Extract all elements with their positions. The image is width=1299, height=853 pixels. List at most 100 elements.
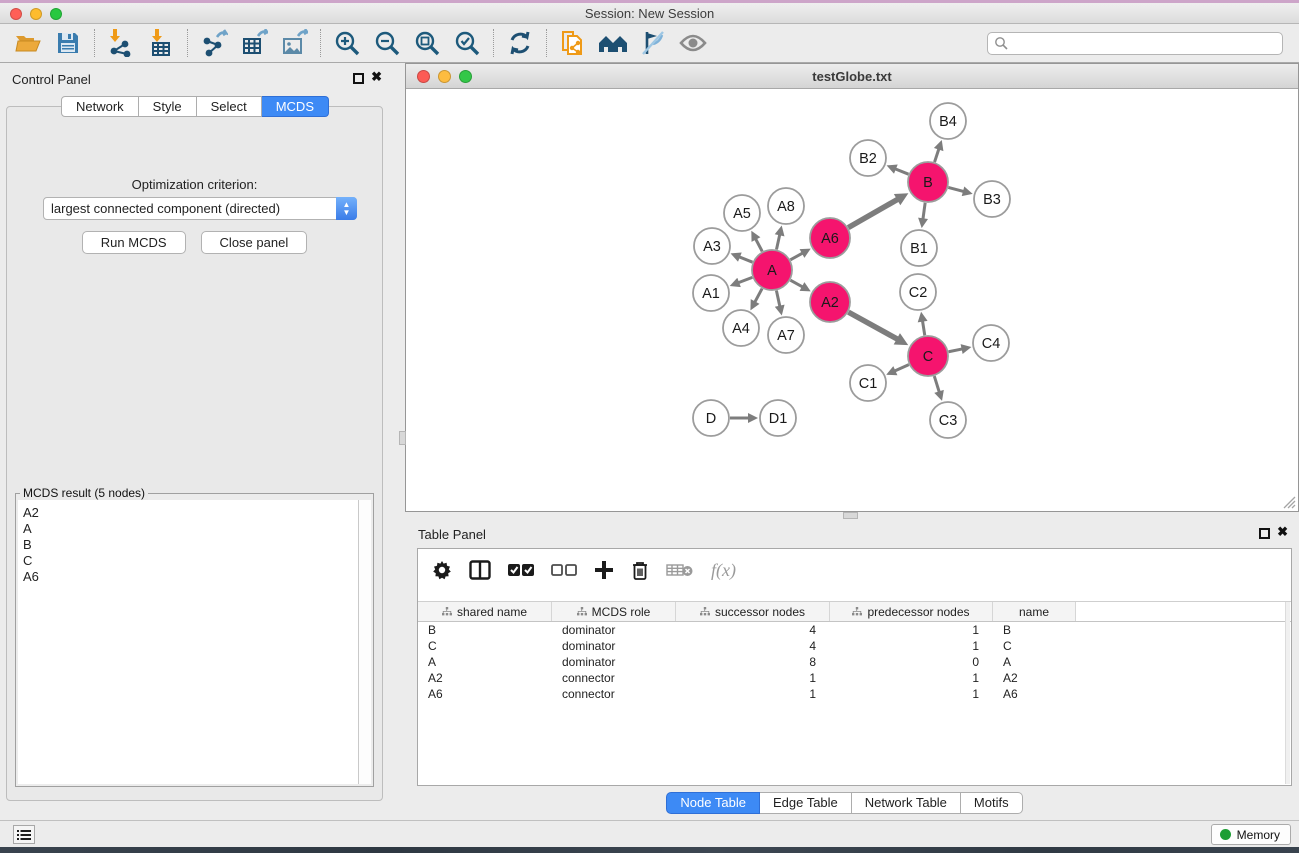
export-network-icon[interactable] bbox=[194, 27, 234, 59]
table-row[interactable]: Adominator80A bbox=[418, 655, 1291, 671]
zoom-out-icon[interactable] bbox=[367, 27, 407, 59]
float-panel-icon[interactable] bbox=[353, 73, 364, 84]
graph-edge-A-A2[interactable] bbox=[790, 280, 803, 287]
vertical-splitter-handle[interactable] bbox=[399, 431, 406, 445]
table-scrollbar[interactable] bbox=[1285, 602, 1290, 784]
tab-select[interactable]: Select bbox=[197, 96, 262, 117]
graph-edge-B-B3[interactable] bbox=[948, 187, 965, 191]
mcds-result-title: MCDS result (5 nodes) bbox=[20, 486, 148, 500]
import-network-icon[interactable] bbox=[101, 27, 141, 59]
network-graph[interactable]: B4B2BB3A8A5A6A3B1AA1C2A2A4A7C4CC1C3DD1 bbox=[406, 89, 1298, 511]
graph-edge-C-C1[interactable] bbox=[894, 365, 909, 372]
graph-edge-A6-B[interactable] bbox=[848, 198, 899, 227]
close-panel-icon[interactable]: ✖ bbox=[371, 69, 382, 85]
column-header-MCDS-role[interactable]: MCDS role bbox=[552, 602, 676, 621]
mcds-result-item[interactable]: B bbox=[23, 537, 358, 553]
tab-style[interactable]: Style bbox=[139, 96, 197, 117]
table-row[interactable]: Cdominator41C bbox=[418, 639, 1291, 655]
graph-node-label: A4 bbox=[732, 321, 750, 337]
graph-edge-A-A6[interactable] bbox=[790, 252, 803, 259]
export-image-icon[interactable] bbox=[274, 27, 314, 59]
mcds-result-list[interactable]: A2ABCA6 bbox=[18, 500, 359, 784]
zoom-selected-icon[interactable] bbox=[447, 27, 487, 59]
table-settings-icon[interactable] bbox=[432, 560, 452, 580]
graph-edge-C-C3[interactable] bbox=[934, 376, 939, 393]
graph-edge-C-C2[interactable] bbox=[922, 320, 924, 336]
hide-selected-icon[interactable] bbox=[633, 27, 673, 59]
graph-edge-A-A5[interactable] bbox=[755, 238, 762, 252]
graph-edge-A-A1[interactable] bbox=[737, 277, 752, 283]
graph-edge-B-B4[interactable] bbox=[935, 148, 940, 162]
search-icon bbox=[994, 36, 1008, 50]
mcds-result-item[interactable]: C bbox=[23, 553, 358, 569]
column-header-predecessor-nodes[interactable]: predecessor nodes bbox=[830, 602, 993, 621]
mcds-result-item[interactable]: A2 bbox=[23, 505, 358, 521]
optimization-criterion-label: Optimization criterion: bbox=[7, 177, 382, 192]
zoom-window-button[interactable] bbox=[50, 8, 62, 20]
tab-node-table[interactable]: Node Table bbox=[666, 792, 760, 814]
tab-edge-table[interactable]: Edge Table bbox=[760, 792, 852, 814]
export-table-icon[interactable] bbox=[234, 27, 274, 59]
zoom-in-icon[interactable] bbox=[327, 27, 367, 59]
open-session-icon[interactable] bbox=[8, 27, 48, 59]
graph-edge-A-A8[interactable] bbox=[776, 233, 780, 249]
graph-edge-B-B1[interactable] bbox=[923, 203, 925, 220]
delete-table-icon[interactable] bbox=[666, 562, 694, 578]
graph-edge-A-A4[interactable] bbox=[754, 289, 762, 304]
graph-edge-C-C4[interactable] bbox=[949, 349, 964, 352]
search-input[interactable] bbox=[1012, 36, 1276, 50]
mcds-result-item[interactable]: A bbox=[23, 521, 358, 537]
close-panel-icon[interactable]: ✖ bbox=[1277, 524, 1288, 540]
function-builder-icon[interactable]: f(x) bbox=[711, 560, 736, 581]
graph-edge-A2-C[interactable] bbox=[848, 312, 899, 340]
task-history-button[interactable] bbox=[13, 825, 35, 844]
resize-grip-icon[interactable] bbox=[1283, 496, 1296, 509]
horizontal-splitter-handle[interactable] bbox=[843, 512, 858, 519]
zoom-fit-icon[interactable] bbox=[407, 27, 447, 59]
table-row[interactable]: A2connector11A2 bbox=[418, 671, 1291, 687]
table-cell: connector bbox=[552, 687, 676, 703]
search-field[interactable] bbox=[987, 32, 1283, 55]
select-all-rows-icon[interactable] bbox=[508, 563, 534, 577]
minimize-window-button[interactable] bbox=[30, 8, 42, 20]
graph-edge-B-B2[interactable] bbox=[894, 168, 909, 174]
column-header-successor-nodes[interactable]: successor nodes bbox=[676, 602, 830, 621]
table-cell: A6 bbox=[993, 687, 1076, 703]
network-canvas[interactable]: B4B2BB3A8A5A6A3B1AA1C2A2A4A7C4CC1C3DD1 bbox=[406, 89, 1298, 511]
tab-network[interactable]: Network bbox=[61, 96, 139, 117]
import-table-icon[interactable] bbox=[141, 27, 181, 59]
graph-node-label: A7 bbox=[777, 328, 795, 344]
delete-column-icon[interactable] bbox=[631, 560, 649, 581]
table-row[interactable]: Bdominator41B bbox=[418, 623, 1291, 639]
mcds-result-item[interactable]: A6 bbox=[23, 569, 358, 585]
memory-button[interactable]: Memory bbox=[1211, 824, 1291, 845]
column-header-shared-name[interactable]: shared name bbox=[418, 602, 552, 621]
add-column-icon[interactable] bbox=[594, 560, 614, 580]
close-window-button[interactable] bbox=[10, 8, 22, 20]
apply-layout-icon[interactable] bbox=[500, 27, 540, 59]
first-neighbors-icon[interactable] bbox=[593, 27, 633, 59]
tab-mcds[interactable]: MCDS bbox=[262, 96, 329, 117]
table-row[interactable]: A6connector11A6 bbox=[418, 687, 1291, 703]
column-header-name[interactable]: name bbox=[993, 602, 1076, 621]
graph-edge-A-A3[interactable] bbox=[738, 256, 753, 262]
criterion-dropdown[interactable]: largest connected component (directed) ▲… bbox=[43, 197, 357, 220]
mcds-list-scrollbar[interactable] bbox=[359, 500, 371, 784]
tab-motifs[interactable]: Motifs bbox=[961, 792, 1023, 814]
graph-node-label: A bbox=[767, 263, 777, 279]
show-all-icon[interactable] bbox=[673, 27, 713, 59]
network-window-titlebar[interactable]: testGlobe.txt bbox=[406, 64, 1298, 89]
clone-network-icon[interactable] bbox=[553, 27, 593, 59]
float-panel-icon[interactable] bbox=[1259, 528, 1270, 539]
graph-node-label: D bbox=[706, 411, 716, 427]
graph-edge-A-A7[interactable] bbox=[776, 291, 780, 308]
split-panel-icon[interactable] bbox=[469, 560, 491, 580]
close-panel-button[interactable]: Close panel bbox=[201, 231, 308, 254]
graph-node-label: A2 bbox=[821, 295, 839, 311]
table-cell: 1 bbox=[676, 671, 830, 687]
run-mcds-button[interactable]: Run MCDS bbox=[82, 231, 186, 254]
deselect-all-rows-icon[interactable] bbox=[551, 563, 577, 577]
mcds-result-box: MCDS result (5 nodes) A2ABCA6 bbox=[15, 493, 374, 787]
tab-network-table[interactable]: Network Table bbox=[852, 792, 961, 814]
save-session-icon[interactable] bbox=[48, 27, 88, 59]
